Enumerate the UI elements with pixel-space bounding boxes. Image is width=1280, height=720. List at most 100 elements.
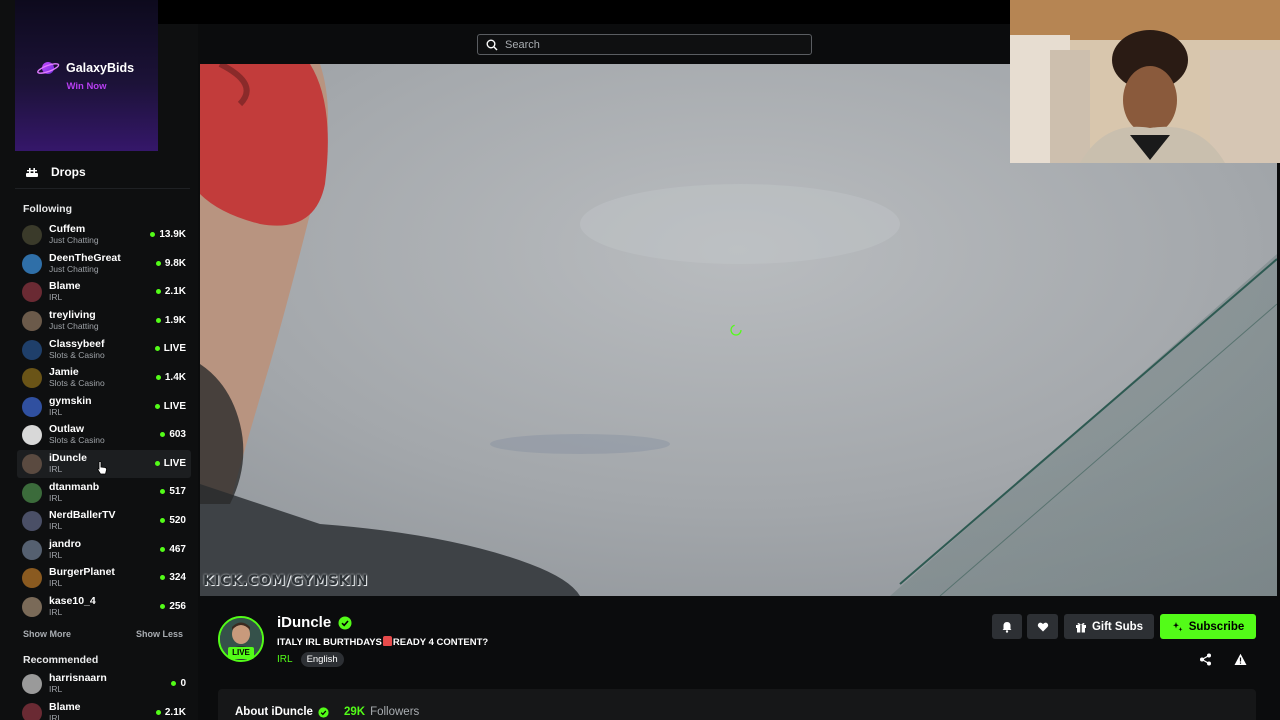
category-link[interactable]: IRL — [277, 654, 293, 665]
stream-title-part2: READY 4 CONTENT? — [392, 637, 489, 648]
search-input[interactable] — [505, 38, 795, 51]
channel-name: gymskin — [49, 394, 92, 407]
channel-avatar — [22, 396, 42, 417]
share-icon[interactable] — [1199, 653, 1212, 666]
channel-meta: dtanmanb IRL — [49, 480, 100, 504]
live-dot-icon — [160, 546, 166, 552]
channel-name: DeenTheGreat — [49, 251, 121, 264]
followers-count: 29K — [343, 706, 366, 718]
channel-meta: Outlaw Slots & Casino — [49, 424, 105, 446]
viewer-count: 2.1K — [155, 707, 186, 718]
channel-item-cuffem[interactable]: Cuffem Just Chatting 13.9K — [17, 221, 191, 250]
stream-tags: IRL English — [277, 652, 344, 667]
viewer-count-value: 1.4K — [164, 371, 186, 383]
channel-avatar — [22, 511, 42, 532]
channel-item-harrisnaarn[interactable]: harrisnaarn IRL 0 — [17, 670, 191, 699]
warning-icon[interactable] — [1234, 653, 1247, 666]
channel-meta: NerdBallerTV IRL — [49, 510, 116, 532]
mouse-cursor-icon — [97, 461, 107, 475]
channel-avatar — [22, 425, 42, 446]
channel-name: iDuncle — [49, 452, 87, 465]
followers-label: Followers — [370, 706, 420, 718]
drops-icon — [26, 168, 38, 177]
channel-category: IRL — [49, 549, 63, 560]
channel-category: IRL — [49, 464, 63, 475]
sparkle-icon — [1172, 621, 1183, 631]
viewer-count: LIVE — [154, 401, 186, 412]
viewer-count: LIVE — [154, 343, 186, 354]
viewer-count-value: 467 — [169, 543, 186, 555]
channel-category: Just Chatting — [49, 235, 99, 246]
channel-name: Blame — [49, 700, 81, 713]
live-dot-icon — [155, 709, 161, 715]
live-dot-icon — [154, 460, 160, 466]
language-tag[interactable]: English — [300, 652, 344, 667]
live-badge: LIVE — [228, 647, 254, 659]
webcam-image — [1010, 0, 1280, 163]
channel-meta: iDuncle IRL — [49, 453, 87, 475]
verified-icon — [338, 616, 352, 629]
ad-brand-name: GalaxyBids — [66, 61, 135, 75]
channel-item-deenthegreat[interactable]: DeenTheGreat Just Chatting 9.8K — [17, 250, 191, 279]
channel-item-nerdballertv[interactable]: NerdBallerTV IRL 520 — [17, 507, 191, 536]
channel-item-kase10_4[interactable]: kase10_4 IRL 256 — [17, 593, 191, 622]
channel-item-blame[interactable]: Blame IRL 2.1K — [17, 699, 191, 720]
channel-name: harrisnaarn — [49, 672, 107, 685]
viewer-count-value: 9.8K — [164, 257, 186, 269]
live-dot-icon — [150, 232, 156, 237]
search-icon — [486, 39, 498, 50]
live-dot-icon — [160, 517, 166, 523]
live-dot-icon — [155, 289, 161, 295]
channel-category: IRL — [49, 578, 63, 589]
viewer-count-value: 1.9K — [164, 314, 186, 326]
viewer-count: 2.1K — [155, 286, 186, 297]
notification-button[interactable] — [992, 614, 1022, 639]
channel-name: jandro — [49, 537, 82, 550]
live-dot-icon — [160, 432, 166, 438]
gift-subs-button[interactable]: Gift Subs — [1064, 614, 1154, 639]
channel-avatar — [22, 368, 42, 389]
sidebar-ad-banner[interactable]: GalaxyBids Win Now — [15, 0, 158, 151]
viewer-count-value: 517 — [169, 486, 186, 498]
channel-category: IRL — [49, 492, 63, 503]
channel-category: Slots & Casino — [49, 378, 105, 389]
channel-item-blame[interactable]: Blame IRL 2.1K — [17, 278, 191, 307]
streamer-name[interactable]: iDuncle — [277, 614, 331, 631]
channel-avatar — [22, 253, 42, 274]
channel-item-outlaw[interactable]: Outlaw Slots & Casino 603 — [17, 421, 191, 450]
drops-nav-item[interactable]: Drops — [25, 165, 86, 179]
channel-name: Cuffem — [49, 223, 86, 236]
channel-item-jandro[interactable]: jandro IRL 467 — [17, 536, 191, 565]
channel-name: dtanmanb — [49, 480, 100, 493]
channel-item-jamie[interactable]: Jamie Slots & Casino 1.4K — [17, 364, 191, 393]
webcam-overlay — [1010, 0, 1280, 163]
channel-item-burgerplanet[interactable]: BurgerPlanet IRL 324 — [17, 564, 191, 593]
channel-avatar — [22, 597, 42, 618]
subscribe-button[interactable]: Subscribe — [1160, 614, 1256, 639]
channel-item-treyliving[interactable]: treyliving Just Chatting 1.9K — [17, 307, 191, 336]
channel-meta: jandro IRL — [49, 537, 82, 561]
channel-name: Jamie — [49, 366, 79, 379]
stream-title-part1: ITALY IRL BURTHDAYS — [277, 637, 382, 648]
channel-item-dtanmanb[interactable]: dtanmanb IRL 517 — [17, 478, 191, 507]
show-less-link[interactable]: Show Less — [136, 629, 183, 639]
channel-name: treyliving — [49, 309, 96, 322]
show-more-link[interactable]: Show More — [23, 629, 71, 639]
recommended-heading: Recommended — [23, 654, 99, 666]
channel-item-classybeef[interactable]: Classybeef Slots & Casino LIVE — [17, 335, 191, 364]
channel-avatar — [22, 482, 42, 503]
about-label: About iDuncle — [235, 706, 313, 718]
channel-avatar — [22, 674, 42, 695]
follow-button[interactable] — [1027, 614, 1058, 639]
subscribe-label: Subscribe — [1188, 620, 1245, 633]
channel-meta: Classybeef Slots & Casino — [49, 338, 105, 361]
app-root: GalaxyBids Win Now Drops Following Cuffe… — [0, 0, 1280, 720]
channel-item-gymskin[interactable]: gymskin IRL LIVE — [17, 393, 191, 422]
search-box[interactable] — [477, 34, 812, 55]
channel-avatar — [22, 282, 42, 303]
viewer-count: 520 — [160, 515, 186, 526]
heart-icon — [1037, 622, 1048, 631]
viewer-count-value: 520 — [169, 514, 186, 526]
viewer-count: 256 — [160, 601, 186, 612]
sidebar-divider — [15, 188, 190, 189]
